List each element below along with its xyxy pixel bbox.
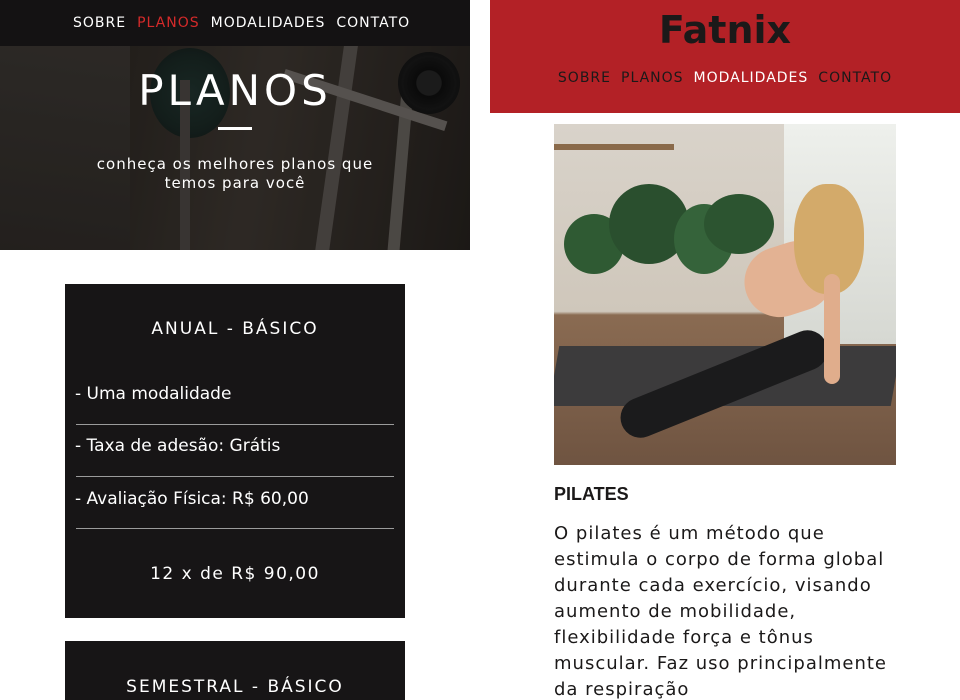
modalidades-page: Fatnix SOBRE PLANOS MODALIDADES CONTATO …: [490, 0, 960, 700]
divider: [76, 528, 394, 529]
plan-feature: - Taxa de adesão: Grátis: [75, 436, 281, 456]
top-nav: SOBRE PLANOS MODALIDADES CONTATO: [490, 70, 960, 86]
nav-link-sobre[interactable]: SOBRE: [73, 15, 126, 31]
pilates-photo: [554, 124, 896, 465]
nav-link-sobre[interactable]: SOBRE: [558, 70, 611, 86]
plan-feature: - Avaliação Física: R$ 60,00: [75, 489, 309, 509]
top-nav: SOBRE PLANOS MODALIDADES CONTATO: [0, 0, 470, 46]
plan-card-semestral-basico: SEMESTRAL - BÁSICO: [65, 641, 405, 700]
site-header: Fatnix SOBRE PLANOS MODALIDADES CONTATO: [490, 0, 960, 113]
nav-link-modalidades[interactable]: MODALIDADES: [211, 15, 326, 31]
plan-feature: - Uma modalidade: [75, 384, 232, 404]
divider: [76, 476, 394, 477]
nav-link-planos[interactable]: PLANOS: [621, 70, 684, 86]
hero-banner: SOBRE PLANOS MODALIDADES CONTATO PLANOS …: [0, 0, 470, 250]
nav-link-planos[interactable]: PLANOS: [137, 15, 200, 31]
plan-title: SEMESTRAL - BÁSICO: [126, 677, 344, 697]
divider: [76, 424, 394, 425]
nav-link-contato[interactable]: CONTATO: [336, 15, 410, 31]
plan-price: 12 x de R$ 90,00: [150, 564, 320, 584]
brand-logo[interactable]: Fatnix: [490, 8, 960, 52]
page-title: PLANOS: [138, 66, 332, 115]
title-underline: [218, 127, 252, 130]
planos-page: SOBRE PLANOS MODALIDADES CONTATO PLANOS …: [0, 0, 470, 700]
plan-title: ANUAL - BÁSICO: [151, 319, 319, 339]
modality-title: PILATES: [554, 484, 629, 504]
plan-card-anual-basico: ANUAL - BÁSICO - Uma modalidade - Taxa d…: [65, 284, 405, 618]
modality-description: O pilates é um método que estimula o cor…: [554, 523, 888, 700]
nav-link-contato[interactable]: CONTATO: [818, 70, 892, 86]
page-subtitle: conheça os melhores planos que temos par…: [96, 155, 374, 192]
nav-link-modalidades[interactable]: MODALIDADES: [694, 70, 809, 86]
